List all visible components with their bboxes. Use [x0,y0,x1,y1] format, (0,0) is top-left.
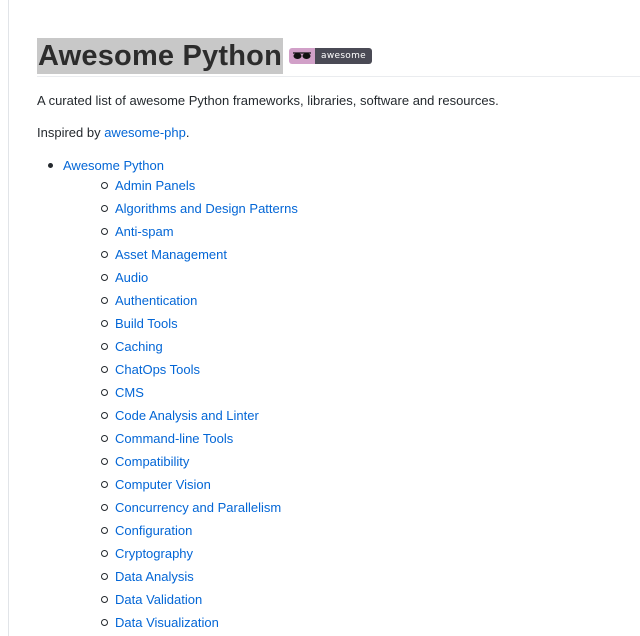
list-item: Algorithms and Design Patterns [63,200,298,223]
bullet-circle [101,343,108,350]
content-left-border [8,0,9,636]
bullet-circle [101,389,108,396]
inspired-by-line: Inspired by awesome-php. [37,124,189,142]
toc-link[interactable]: Asset Management [115,247,227,262]
awesome-php-link[interactable]: awesome-php [104,125,186,140]
bullet-circle [101,320,108,327]
bullet-circle [101,527,108,534]
list-item: Anti-spam [63,223,298,246]
list-item: Authentication [63,292,298,315]
bullet-circle [101,504,108,511]
toc-link[interactable]: Data Analysis [115,569,194,584]
list-item: Cryptography [63,545,298,568]
bullet-circle [101,297,108,304]
list-item: Admin Panels [63,177,298,200]
table-of-contents: Awesome Python Admin Panels Algorithms a… [37,157,298,636]
list-item: Code Analysis and Linter [63,407,298,430]
bullet-circle [101,205,108,212]
toc-link[interactable]: Audio [115,270,148,285]
toc-link[interactable]: Build Tools [115,316,178,331]
bullet-circle [101,619,108,626]
badge-label: awesome [315,48,373,64]
bullet-circle [101,596,108,603]
title-divider [37,76,640,77]
bullet-circle [101,550,108,557]
description-text: A curated list of awesome Python framewo… [37,93,499,108]
sunglasses-icon [289,48,315,64]
list-item: Configuration [63,522,298,545]
toc-link[interactable]: Code Analysis and Linter [115,408,259,423]
bullet-circle [101,274,108,281]
list-item: ChatOps Tools [63,361,298,384]
list-item: Command-line Tools [63,430,298,453]
toc-item-awesome-python: Awesome Python Admin Panels Algorithms a… [37,157,298,636]
awesome-badge[interactable]: awesome [289,48,373,64]
toc-link[interactable]: CMS [115,385,144,400]
toc-link[interactable]: Anti-spam [115,224,174,239]
toc-link[interactable]: Computer Vision [115,477,211,492]
list-item: Audio [63,269,298,292]
inspired-prefix: Inspired by [37,125,105,140]
toc-link[interactable]: Concurrency and Parallelism [115,500,281,515]
list-item: Caching [63,338,298,361]
list-item: Compatibility [63,453,298,476]
bullet-circle [101,412,108,419]
list-item: Data Validation [63,591,298,614]
bullet-disc [48,163,53,168]
bullet-circle [101,182,108,189]
toc-link[interactable]: Data Validation [115,592,202,607]
list-item: Concurrency and Parallelism [63,499,298,522]
page-title: Awesome Python [37,38,283,74]
toc-link[interactable]: Compatibility [115,454,189,469]
bullet-circle [101,458,108,465]
toc-link[interactable]: Admin Panels [115,178,195,193]
toc-link[interactable]: Cryptography [115,546,193,561]
list-item: Data Analysis [63,568,298,591]
toc-sub-list: Admin Panels Algorithms and Design Patte… [63,177,298,636]
list-item: Build Tools [63,315,298,338]
bullet-circle [101,481,108,488]
bullet-circle [101,435,108,442]
bullet-circle [101,366,108,373]
list-item: Asset Management [63,246,298,269]
bullet-circle [101,228,108,235]
toc-link[interactable]: Caching [115,339,163,354]
toc-link-awesome-python[interactable]: Awesome Python [63,158,164,173]
bullet-circle [101,251,108,258]
list-item: Computer Vision [63,476,298,499]
toc-link[interactable]: Data Visualization [115,615,219,630]
toc-link[interactable]: Authentication [115,293,197,308]
title-row: Awesome Python awesome [37,34,373,78]
list-item: CMS [63,384,298,407]
toc-link[interactable]: ChatOps Tools [115,362,200,377]
toc-link[interactable]: Algorithms and Design Patterns [115,201,298,216]
toc-link[interactable]: Configuration [115,523,192,538]
toc-link[interactable]: Command-line Tools [115,431,233,446]
inspired-suffix: . [185,125,190,140]
bullet-circle [101,573,108,580]
list-item: Data Visualization [63,614,298,636]
